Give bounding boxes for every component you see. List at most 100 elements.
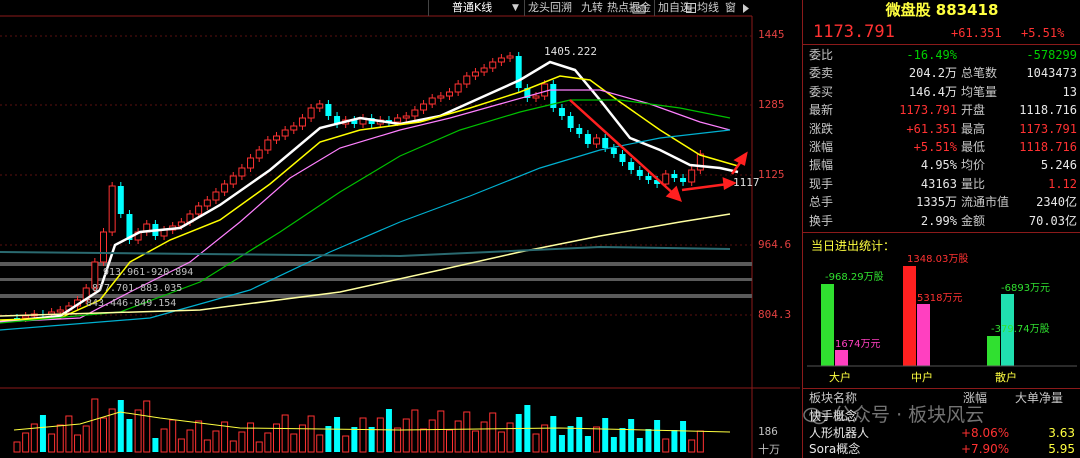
chevron-down-icon[interactable]: ▼ <box>512 0 519 16</box>
quote-label: 量比 <box>961 176 986 191</box>
volume-bar <box>610 437 617 452</box>
flow-bar-in <box>987 336 1000 366</box>
last-price: 1173.791 <box>813 22 895 42</box>
gap-band-2 <box>0 278 752 281</box>
flow-group-name: 中户 <box>911 370 933 384</box>
flow-amount-label: -6893万元 <box>1001 283 1050 294</box>
volume-bar <box>351 427 358 452</box>
candle <box>281 129 289 137</box>
volume-bar <box>82 425 90 453</box>
quote-value: +5.51% <box>913 140 957 154</box>
candle <box>247 157 255 169</box>
volume-bar <box>506 422 514 453</box>
quote-label: 涨幅 <box>809 140 834 154</box>
candle <box>558 108 565 116</box>
axis-label-1285: 1285 <box>758 98 785 111</box>
quote-value: 43163 <box>920 176 957 191</box>
gap-label-1: 913.961-920.894 <box>103 267 193 278</box>
quote-label: 委买 <box>809 84 834 99</box>
volume-bar <box>359 417 367 453</box>
candle <box>671 174 678 178</box>
volume-bar <box>290 433 298 453</box>
quote-value: 2.99% <box>920 213 957 228</box>
candle <box>680 178 687 182</box>
quote-label: 总笔数 <box>961 66 998 81</box>
quote-label: 均笔量 <box>961 84 998 99</box>
candle <box>515 56 522 88</box>
volume-bar <box>334 417 341 452</box>
volume-bar <box>13 441 21 453</box>
quote-value: 204.2万 <box>908 66 957 81</box>
volume-bar <box>316 434 324 453</box>
volume-bar <box>576 417 583 452</box>
volume-bar <box>342 435 350 453</box>
quote-row: 委卖 204.2万 总笔数 1043473 <box>803 65 1080 81</box>
volume-bar <box>515 414 522 452</box>
volume-bars <box>13 398 731 453</box>
candle <box>602 138 609 148</box>
candle <box>298 117 306 127</box>
quote-label: 振幅 <box>809 158 834 173</box>
camera-icon[interactable] <box>632 3 646 14</box>
volume-bar <box>56 424 64 453</box>
jiuzhuan-button[interactable]: 九转 <box>581 0 603 16</box>
candle <box>480 67 488 73</box>
sector-header-net: 大单净量 <box>1015 391 1064 405</box>
grid-icon[interactable] <box>686 3 696 13</box>
volume-bar <box>255 441 263 453</box>
window-button[interactable]: 窗 <box>725 0 736 16</box>
quote-value: 2340亿 <box>1036 195 1077 210</box>
candle <box>428 97 436 105</box>
candle <box>420 103 428 111</box>
candle <box>221 183 229 193</box>
watermark: 公众号 · 板块风云 <box>803 400 984 427</box>
longtou-button[interactable]: 龙头回溯 <box>528 0 572 16</box>
volume-bar <box>489 412 497 453</box>
volume-bar <box>688 439 696 453</box>
sector-row[interactable]: Sora概念 +7.90% 5.95 <box>803 441 1080 457</box>
volume-bar <box>229 440 237 453</box>
candle <box>325 104 332 116</box>
volume-bar <box>160 428 168 453</box>
volume-bar <box>325 426 332 452</box>
quote-value: +61.351 <box>906 121 957 136</box>
quote-row: 委比 -16.49% -578299 <box>803 47 1080 63</box>
volume-bar <box>203 439 211 453</box>
volume-bar <box>497 431 505 453</box>
volume-bar <box>428 419 436 453</box>
volume-bar <box>654 420 661 452</box>
quote-row: 总手 1335万 流通市值 2340亿 <box>803 194 1080 210</box>
flow-bar-out <box>917 304 930 366</box>
candle <box>489 61 497 69</box>
menu-icon[interactable] <box>742 3 750 14</box>
quote-row: 现手 43163 量比 1.12 <box>803 176 1080 192</box>
flow-amount-label: 1674万元 <box>835 339 880 350</box>
quote-panel: 微盘股 883418 1173.791 +61.351 +5.51% 委比 -16… <box>802 0 1080 458</box>
candle <box>238 167 246 177</box>
wechat-icon <box>803 407 827 424</box>
quote-label: 开盘 <box>961 103 986 118</box>
volume-bar <box>680 421 687 452</box>
quote-label: 现手 <box>809 176 834 191</box>
ma-button[interactable]: 均线 <box>697 0 719 16</box>
candle <box>662 173 670 185</box>
flow-group-name: 大户 <box>829 370 851 384</box>
flow-amount-label: 5318万元 <box>917 293 962 304</box>
kline-type-select[interactable]: 普通K线 <box>452 0 492 16</box>
volume-bar <box>463 411 471 453</box>
volume-bar <box>636 438 643 452</box>
volume-bar <box>593 426 601 453</box>
candle <box>394 117 402 123</box>
quote-label: 委卖 <box>809 66 834 81</box>
volume-bar <box>628 419 635 452</box>
quote-value: 1118.716 <box>1019 140 1077 154</box>
flow-net-label: -968.29万股 <box>825 271 884 283</box>
volume-bar <box>195 420 203 453</box>
quote-label: 最低 <box>961 140 986 154</box>
volume-bar <box>186 429 194 453</box>
kline-chart[interactable]: 1405.222 1117 913.961-920.894 877.701-88… <box>0 0 800 458</box>
candle <box>636 170 643 176</box>
candle <box>506 55 514 59</box>
quote-row: 涨幅 +5.51% 最低 1118.716 <box>803 139 1080 155</box>
volume-bar <box>134 409 142 453</box>
